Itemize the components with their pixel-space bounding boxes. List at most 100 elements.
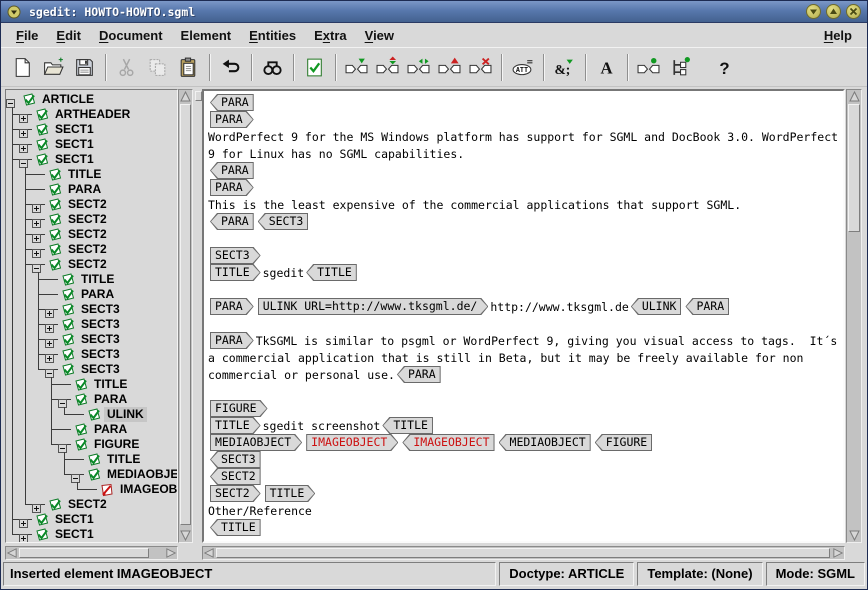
titlebar[interactable]: sgedit: HOWTO-HOWTO.sgml bbox=[1, 1, 867, 23]
expand-plus-icon[interactable] bbox=[19, 515, 28, 524]
sgml-tag-sect3[interactable]: SECT3 bbox=[210, 247, 261, 264]
tree-item-sect2[interactable]: SECT2 bbox=[6, 257, 177, 272]
tree-item-sect3[interactable]: SECT3 bbox=[6, 317, 177, 332]
maximize-button[interactable] bbox=[826, 4, 841, 19]
toolbar-insert-entity[interactable]: &; bbox=[551, 54, 578, 81]
toolbar-change-element[interactable] bbox=[374, 54, 401, 81]
sgml-tag-figure[interactable]: FIGURE bbox=[210, 400, 268, 417]
menu-element[interactable]: Element bbox=[172, 26, 241, 45]
tree-item-para[interactable]: PARA bbox=[6, 392, 177, 407]
expand-plus-icon[interactable] bbox=[45, 305, 54, 314]
sgml-tag-para[interactable]: PARA bbox=[210, 162, 254, 179]
sgml-tag-title[interactable]: TITLE bbox=[210, 264, 261, 281]
sgml-tag-para[interactable]: PARA bbox=[210, 298, 254, 315]
expand-plus-icon[interactable] bbox=[32, 245, 41, 254]
sgml-tag-para[interactable]: PARA bbox=[210, 94, 254, 111]
editor-horizontal-scrollbar[interactable] bbox=[202, 546, 845, 560]
editor-scroll-right-arrow[interactable] bbox=[832, 547, 844, 559]
tree-item-sect3[interactable]: SECT3 bbox=[6, 332, 177, 347]
sgml-tag-sect3[interactable]: SECT3 bbox=[210, 451, 261, 468]
collapse-minus-icon[interactable] bbox=[19, 155, 28, 164]
expand-plus-icon[interactable] bbox=[32, 200, 41, 209]
tree-vertical-scrollbar[interactable] bbox=[178, 89, 193, 543]
tree-item-para[interactable]: PARA bbox=[6, 422, 177, 437]
tree-scroll-left-arrow[interactable] bbox=[6, 547, 18, 559]
tree-item-sect1[interactable]: SECT1 bbox=[6, 152, 177, 167]
toolbar-raise-element[interactable] bbox=[436, 54, 463, 81]
sgml-tag-imageobject[interactable]: IMAGEOBJECT bbox=[402, 434, 494, 451]
collapse-minus-icon[interactable] bbox=[71, 470, 80, 479]
sgml-tag-sect2[interactable]: SECT2 bbox=[210, 485, 261, 502]
tree-item-sect1[interactable]: SECT1 bbox=[6, 122, 177, 137]
sgml-tag-title[interactable]: TITLE bbox=[265, 485, 316, 502]
toolbar-undo[interactable] bbox=[217, 54, 244, 81]
sgml-tag-para[interactable]: PARA bbox=[397, 366, 441, 383]
sgml-tag-title[interactable]: TITLE bbox=[210, 417, 261, 434]
toolbar-help[interactable]: ? bbox=[711, 54, 738, 81]
sgml-tag-title[interactable]: TITLE bbox=[210, 519, 261, 536]
collapse-minus-icon[interactable] bbox=[6, 95, 15, 104]
toolbar-delete-element[interactable] bbox=[467, 54, 494, 81]
tree-item-artheader[interactable]: ARTHEADER bbox=[6, 107, 177, 122]
expand-plus-icon[interactable] bbox=[19, 530, 28, 539]
toolbar-insert-element[interactable] bbox=[343, 54, 370, 81]
tree-scroll-thumb[interactable] bbox=[180, 104, 191, 525]
expand-plus-icon[interactable] bbox=[19, 125, 28, 134]
toolbar-split-element[interactable] bbox=[405, 54, 432, 81]
tree-item-ulink[interactable]: ULINK bbox=[6, 407, 177, 422]
toolbar-new-document[interactable] bbox=[9, 54, 36, 81]
menu-document[interactable]: Document bbox=[90, 26, 172, 45]
tree-item-article[interactable]: ARTICLE bbox=[6, 92, 177, 107]
editor-hscroll-thumb[interactable] bbox=[216, 548, 830, 558]
editor-scroll-down-arrow[interactable] bbox=[847, 529, 861, 542]
tree-item-sect1[interactable]: SECT1 bbox=[6, 137, 177, 152]
toolbar-save-document[interactable] bbox=[71, 54, 98, 81]
toolbar-insert-character[interactable]: A bbox=[593, 54, 620, 81]
menu-help[interactable]: Help bbox=[815, 26, 861, 45]
tree-scroll-up-arrow[interactable] bbox=[179, 90, 192, 103]
expand-plus-icon[interactable] bbox=[45, 320, 54, 329]
expand-plus-icon[interactable] bbox=[45, 350, 54, 359]
collapse-minus-icon[interactable] bbox=[45, 365, 54, 374]
tree-item-figure[interactable]: FIGURE bbox=[6, 437, 177, 452]
expand-plus-icon[interactable] bbox=[19, 110, 28, 119]
sgml-tag-para[interactable]: PARA bbox=[210, 111, 254, 128]
expand-plus-icon[interactable] bbox=[45, 335, 54, 344]
toolbar-select-element[interactable] bbox=[635, 54, 662, 81]
sgml-tag-ulink[interactable]: ULINK bbox=[631, 298, 682, 315]
menu-extra[interactable]: Extra bbox=[305, 26, 356, 45]
tree-item-imageobject[interactable]: IMAGEOBJECT bbox=[6, 482, 177, 497]
tree-item-title[interactable]: TITLE bbox=[6, 167, 177, 182]
tree-item-sect3[interactable]: SECT3 bbox=[6, 347, 177, 362]
menu-entities[interactable]: Entities bbox=[240, 26, 305, 45]
sgml-tag-ulink[interactable]: ULINK URL=http://www.tksgml.de/ bbox=[258, 298, 489, 315]
tree-item-para[interactable]: PARA bbox=[6, 287, 177, 302]
expand-plus-icon[interactable] bbox=[32, 230, 41, 239]
toolbar-find[interactable] bbox=[259, 54, 286, 81]
tree-item-title[interactable]: TITLE bbox=[6, 452, 177, 467]
tree-item-sect3[interactable]: SECT3 bbox=[6, 362, 177, 377]
minimize-button[interactable] bbox=[806, 4, 821, 19]
tree-scroll-down-arrow[interactable] bbox=[179, 529, 192, 542]
sgml-tag-sect3[interactable]: SECT3 bbox=[258, 213, 309, 230]
sgml-tag-figure[interactable]: FIGURE bbox=[595, 434, 653, 451]
toolbar-open-document[interactable] bbox=[40, 54, 67, 81]
editor-view[interactable]: PARAPARAWordPerfect 9 for the MS Windows… bbox=[202, 89, 845, 543]
close-button[interactable] bbox=[846, 4, 861, 19]
tree-item-sect2[interactable]: SECT2 bbox=[6, 212, 177, 227]
sgml-tag-para[interactable]: PARA bbox=[210, 213, 254, 230]
toolbar-edit-attributes[interactable]: ATT bbox=[509, 54, 536, 81]
editor-scroll-up-arrow[interactable] bbox=[847, 90, 861, 103]
sgml-tag-title[interactable]: TITLE bbox=[306, 264, 357, 281]
collapse-minus-icon[interactable] bbox=[32, 260, 41, 269]
sgml-tag-sect2[interactable]: SECT2 bbox=[210, 468, 261, 485]
expand-plus-icon[interactable] bbox=[32, 500, 41, 509]
toolbar-element-tree[interactable] bbox=[666, 54, 693, 81]
expand-plus-icon[interactable] bbox=[19, 140, 28, 149]
tree-item-mediaobject[interactable]: MEDIAOBJECT bbox=[6, 467, 177, 482]
tree-hscroll-thumb[interactable] bbox=[19, 548, 149, 558]
tree-scroll-right-arrow[interactable] bbox=[165, 547, 177, 559]
menu-file[interactable]: File bbox=[7, 26, 47, 45]
tree-item-sect2[interactable]: SECT2 bbox=[6, 497, 177, 512]
pane-sash-handle[interactable] bbox=[195, 91, 202, 101]
